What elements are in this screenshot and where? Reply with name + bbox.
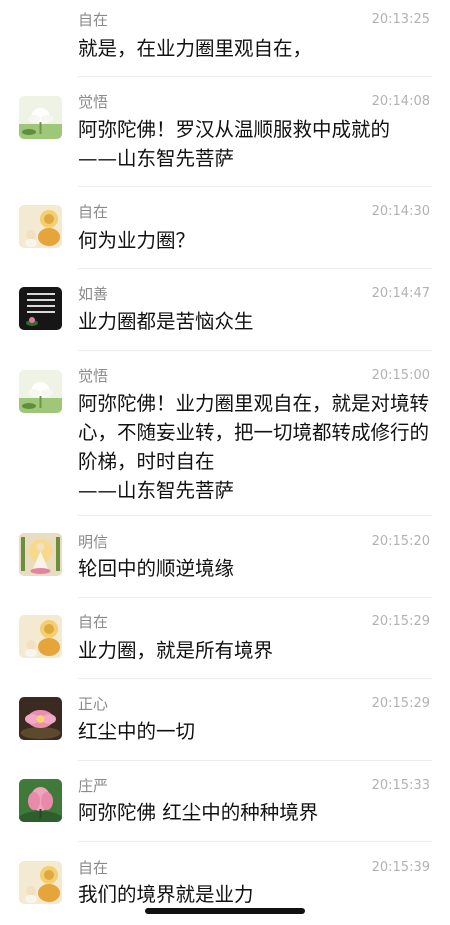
avatar[interactable] [19,615,62,658]
message-line: 红尘中的一切 [78,720,196,743]
sender-name[interactable]: 庄严 [78,777,108,795]
sender-name[interactable]: 觉悟 [78,367,108,385]
message-time: 20:14:08 [371,94,430,109]
message-time: 20:15:20 [371,534,430,549]
message-text: 阿弥陀佛！罗汉从温顺服救中成就的 ——山东智先菩萨 [78,115,430,173]
message-text: 轮回中的顺逆境缘 [78,554,430,583]
message-line: 业力圈，就是所有境界 [78,639,274,662]
pink-lotus-dark-avatar-icon [19,697,62,740]
message-time: 20:13:25 [371,12,430,27]
divider [78,186,432,187]
message-line: 业力圈都是苦恼众生 [78,310,254,333]
avatar[interactable] [19,779,62,822]
sender-name[interactable]: 自在 [78,613,108,631]
buddha-avatar-icon [19,205,62,248]
message-line: 阿弥陀佛！业力圈里观自在，就是对境转 [78,392,430,415]
message-line: 何为业力圈？ [78,229,196,252]
message-line: 我们的境界就是业力 [78,883,254,906]
message-text: 我们的境界就是业力 [78,880,430,909]
message-text: 业力圈都是苦恼众生 [78,307,430,336]
message-line: 轮回中的顺逆境缘 [78,557,235,580]
guanyin-avatar-icon [19,533,62,576]
message-time: 20:15:00 [371,368,430,383]
avatar[interactable] [19,96,62,139]
sender-name[interactable]: 自在 [78,11,108,29]
white-lotus-avatar-icon [19,370,62,413]
message-line: 心，不随妄业转，把一切境都转成修行的 [78,421,430,444]
message-text: 业力圈，就是所有境界 [78,636,430,665]
message-text: 何为业力圈？ [78,226,430,255]
avatar[interactable] [19,533,62,576]
pink-lotus-green-avatar-icon [19,779,62,822]
home-indicator[interactable] [145,908,305,914]
message-time: 20:14:30 [371,204,430,219]
buddha-avatar-icon [19,861,62,904]
message-line: 阿弥陀佛 红尘中的种种境界 [78,801,319,824]
avatar[interactable] [19,861,62,904]
sender-name[interactable]: 自在 [78,203,108,221]
avatar[interactable] [19,287,62,330]
divider [78,678,432,679]
avatar[interactable] [19,697,62,740]
message-text: 阿弥陀佛！业力圈里观自在，就是对境转 心，不随妄业转，把一切境都转成修行的 阶梯… [78,389,430,505]
white-lotus-avatar-icon [19,96,62,139]
message-text: 红尘中的一切 [78,717,430,746]
avatar[interactable] [19,370,62,413]
divider [78,268,432,269]
message-time: 20:15:39 [371,860,430,875]
sender-name[interactable]: 正心 [78,695,108,713]
divider [78,841,432,842]
message-line: 就是，在业力圈里观自在， [78,37,313,60]
divider [78,597,432,598]
message-time: 20:15:29 [371,614,430,629]
buddha-avatar-icon [19,615,62,658]
sender-name[interactable]: 如善 [78,285,108,303]
avatar[interactable] [19,205,62,248]
divider [78,760,432,761]
dark-calligraphy-avatar-icon [19,287,62,330]
message-line: ——山东智先菩萨 [78,147,235,170]
message-time: 20:15:33 [371,778,430,793]
message-line: ——山东智先菩萨 [78,479,235,502]
message-text: 阿弥陀佛 红尘中的种种境界 [78,798,430,827]
message-time: 20:14:47 [371,286,430,301]
sender-name[interactable]: 自在 [78,859,108,877]
message-text: 就是，在业力圈里观自在， [78,34,430,63]
message-line: 阶梯，时时自在 [78,450,215,473]
sender-name[interactable]: 觉悟 [78,93,108,111]
message-line: 阿弥陀佛！罗汉从温顺服救中成就的 [78,118,391,141]
message-time: 20:15:29 [371,696,430,711]
divider [78,76,432,77]
divider [78,515,432,516]
divider [78,350,432,351]
sender-name[interactable]: 明信 [78,533,108,551]
